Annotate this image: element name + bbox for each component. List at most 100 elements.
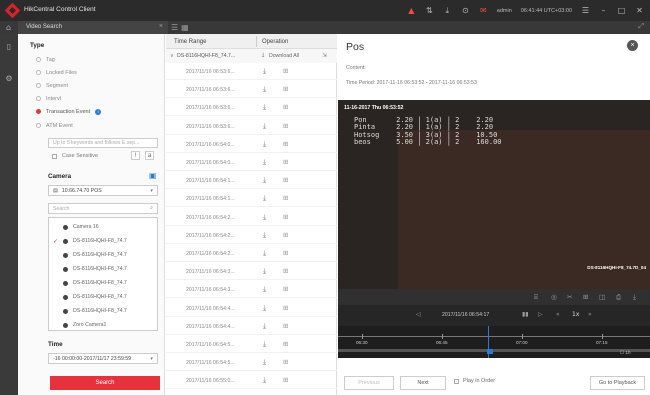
download-icon[interactable]: ⤓ bbox=[263, 358, 266, 367]
expand-icon[interactable]: ⤢ bbox=[638, 23, 644, 31]
sync-icon[interactable]: ⇅ bbox=[425, 6, 434, 15]
case-sensitive-option[interactable]: Case Sensitive bbox=[52, 152, 98, 160]
case-sensitive-checkbox[interactable] bbox=[52, 153, 57, 159]
prev-frame-icon[interactable]: ◁ bbox=[416, 311, 421, 318]
download-icon[interactable]: ⤓ bbox=[263, 267, 266, 276]
next-button[interactable]: Next bbox=[400, 376, 446, 390]
type-option[interactable]: Segment bbox=[36, 81, 68, 90]
slow-icon[interactable]: « bbox=[556, 311, 560, 318]
download-icon[interactable]: ⤓ bbox=[633, 293, 636, 302]
time-range-select[interactable]: -16 00:00:00-2017/11/17 23:59:59 ▾ bbox=[48, 353, 158, 364]
radio-button[interactable] bbox=[36, 83, 41, 88]
pause-icon[interactable]: ▮▮ bbox=[522, 311, 529, 318]
add-keyword-button[interactable]: ! bbox=[131, 151, 140, 160]
preview-icon[interactable]: ⊞ bbox=[283, 140, 288, 148]
result-row[interactable]: 2017/11/16 06:54:2... ⤓ ⊞ bbox=[166, 246, 337, 262]
lock-icon[interactable]: ⊙ bbox=[461, 6, 470, 15]
tab-close-icon[interactable]: × bbox=[159, 23, 163, 30]
alarm-icon[interactable]: ▲ bbox=[407, 6, 416, 15]
preview-icon[interactable]: ⊞ bbox=[283, 304, 288, 312]
preview-icon[interactable]: ⊞ bbox=[283, 285, 288, 293]
layout-grid-icon[interactable]: ☰▦ bbox=[171, 23, 192, 32]
radio-button[interactable] bbox=[36, 70, 41, 75]
download-icon[interactable]: ⤓ bbox=[263, 67, 266, 76]
download-icon[interactable]: ⤓ bbox=[263, 85, 266, 94]
radio-button[interactable] bbox=[36, 57, 41, 62]
download-icon[interactable]: ⤓ bbox=[263, 340, 266, 349]
maximize-icon[interactable]: □ bbox=[617, 6, 626, 15]
camera-search-input[interactable]: Search ⌕ bbox=[48, 203, 158, 214]
type-option[interactable]: Locked Files bbox=[36, 68, 77, 77]
fast-icon[interactable]: » bbox=[588, 311, 592, 318]
type-option[interactable]: Transaction Event i bbox=[36, 107, 102, 116]
preview-icon[interactable]: ⊞ bbox=[283, 67, 288, 75]
preview-icon[interactable]: ⊞ bbox=[283, 194, 288, 202]
camera-icon[interactable]: ⌸ bbox=[534, 293, 538, 302]
preview-icon[interactable]: ⊞ bbox=[283, 358, 288, 366]
camera-item[interactable]: DS-8116HQHI-F8_74.7 bbox=[53, 291, 157, 303]
preview-icon[interactable]: ⊞ bbox=[283, 213, 288, 221]
download-icon[interactable]: ⤓ bbox=[263, 103, 266, 112]
camera-save-icon[interactable]: ▣ bbox=[149, 171, 157, 180]
fullscreen-icon[interactable]: ⊞ bbox=[583, 293, 588, 301]
radio-button[interactable] bbox=[36, 123, 41, 128]
result-row[interactable]: 2017/11/16 06:54:1... ⤓ ⊞ bbox=[166, 173, 337, 190]
download-icon[interactable]: ⤓ bbox=[263, 158, 266, 167]
download-icon[interactable]: ⤓ bbox=[263, 122, 266, 131]
play-icon[interactable]: ▷ bbox=[538, 311, 543, 318]
camera-item[interactable]: DS-8116HQHI-F8_74.7 bbox=[53, 277, 157, 289]
type-option[interactable]: ATM Event bbox=[36, 121, 73, 130]
download-icon[interactable]: ⤓ bbox=[263, 285, 266, 294]
search-button[interactable]: Search bbox=[50, 376, 160, 390]
download-icon[interactable]: ⤓ bbox=[263, 304, 266, 313]
result-row[interactable]: 2017/11/16 06:54:4... ⤓ ⊞ bbox=[166, 319, 337, 335]
go-to-playback-button[interactable]: Go to Playback bbox=[590, 376, 645, 390]
result-row[interactable]: 2017/11/16 06:53:6... ⤓ ⊞ bbox=[166, 82, 337, 99]
play-in-order-option[interactable]: Play in Order bbox=[454, 378, 495, 384]
radio-button[interactable] bbox=[36, 109, 41, 114]
result-row[interactable]: 2017/11/16 06:53:6... ⤓ ⊞ bbox=[166, 119, 337, 135]
result-row[interactable]: 2017/11/16 06:55:0... ⤓ ⊞ bbox=[166, 373, 337, 390]
timeline-1h-option[interactable]: ☐ 1h bbox=[620, 350, 631, 356]
keyword-input[interactable]: Up to 5 keywords and follows E.sep... bbox=[48, 138, 158, 148]
timeline[interactable]: 06:30 06:45 07:00 07:15 ☐ 1h bbox=[338, 326, 650, 358]
radio-button[interactable] bbox=[36, 96, 41, 101]
preview-icon[interactable]: ⊞ bbox=[283, 340, 288, 348]
minimize-icon[interactable]: – bbox=[599, 6, 608, 15]
download-icon[interactable]: ⤓ bbox=[263, 140, 266, 149]
type-option[interactable]: Intervl bbox=[36, 94, 61, 103]
download-icon[interactable]: ⤓ bbox=[263, 376, 266, 385]
download-icon[interactable]: ⤓ bbox=[263, 322, 266, 331]
search-icon[interactable]: ⌕ bbox=[150, 205, 153, 212]
play-in-order-checkbox[interactable] bbox=[454, 378, 459, 384]
result-row[interactable]: 2017/11/16 06:54:5... ⤓ ⊞ bbox=[166, 355, 337, 372]
download-all-button[interactable]: Download All bbox=[269, 53, 299, 59]
export-icon[interactable]: ⇲ bbox=[322, 52, 327, 59]
tab-video-search[interactable]: Video Search × bbox=[18, 21, 168, 34]
camera-item[interactable]: DS-8116HQHI-F8_74.7 bbox=[53, 263, 157, 275]
preview-icon[interactable]: ⊞ bbox=[283, 231, 288, 239]
zoom-icon[interactable]: ◫ bbox=[599, 293, 605, 301]
keyword-lock-button[interactable]: a bbox=[145, 151, 154, 160]
download-icon[interactable]: ⤓ bbox=[263, 213, 266, 222]
camera-checkbox[interactable]: ✓ bbox=[53, 238, 58, 245]
preview-icon[interactable]: ⊞ bbox=[283, 267, 288, 275]
preview-icon[interactable]: ⊞ bbox=[283, 176, 288, 184]
download-icon[interactable]: ⤓ bbox=[263, 249, 266, 258]
type-option[interactable]: Tag bbox=[36, 55, 55, 64]
result-row[interactable]: 2017/11/16 06:54:2... ⤓ ⊞ bbox=[166, 210, 337, 226]
close-icon[interactable]: × bbox=[627, 40, 638, 51]
download-icon[interactable]: ⤓ bbox=[263, 194, 266, 203]
result-row[interactable]: 2017/11/16 06:53:6... ⤓ ⊞ bbox=[166, 100, 337, 117]
preview-icon[interactable]: ⊞ bbox=[283, 122, 288, 130]
preview-icon[interactable]: ⊞ bbox=[283, 85, 288, 93]
message-icon[interactable]: ✉ bbox=[479, 6, 488, 15]
print-icon[interactable]: ⎙ bbox=[616, 293, 621, 302]
download-icon[interactable]: ⤓ bbox=[263, 176, 266, 185]
result-row[interactable]: 2017/11/16 06:54:0... ⤓ ⊞ bbox=[166, 155, 337, 171]
snapshot-icon[interactable]: ◎ bbox=[551, 293, 557, 301]
camera-item[interactable]: Zoro Camera1 bbox=[53, 319, 157, 331]
info-icon[interactable]: i bbox=[95, 108, 102, 115]
camera-item[interactable]: DS-8116HQHI-F8_74.7 bbox=[53, 305, 157, 317]
result-row[interactable]: 2017/11/16 06:53:6... ⤓ ⊞ bbox=[166, 64, 337, 80]
